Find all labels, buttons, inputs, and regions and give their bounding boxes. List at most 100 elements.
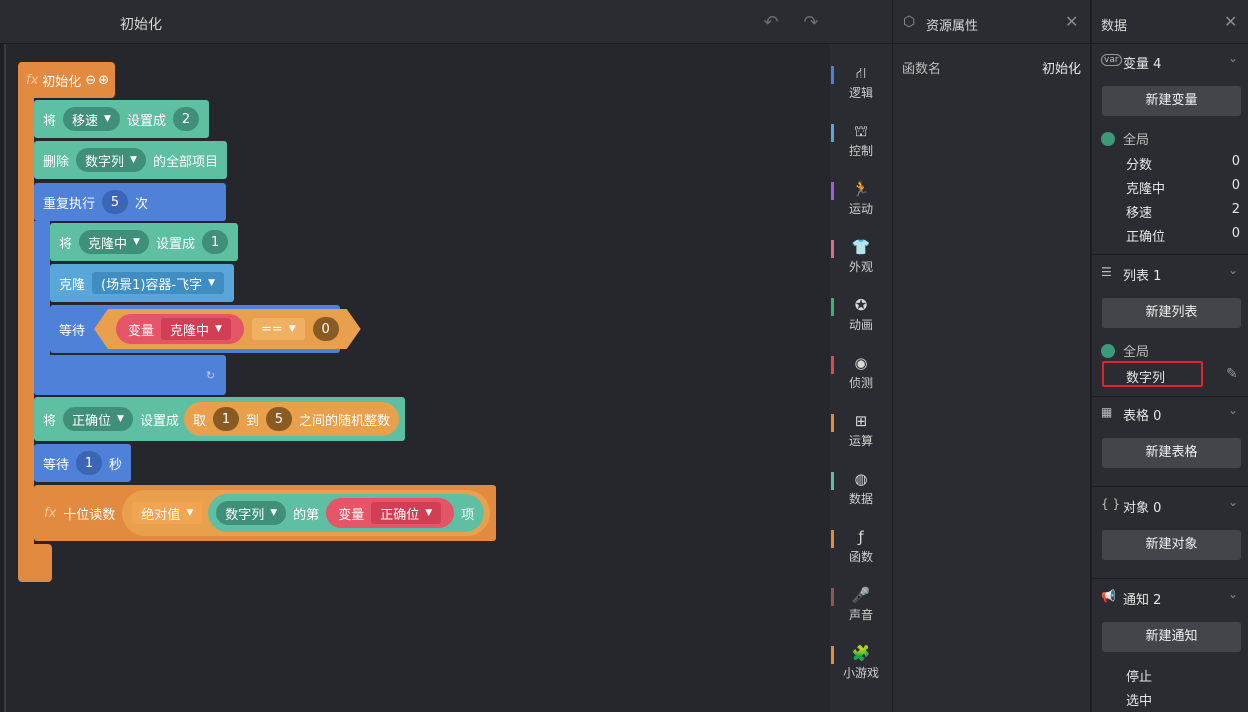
clone-block[interactable]: 克隆 (场景1)容器-飞字 ▼ xyxy=(50,264,235,302)
caret-down-icon: ▼ xyxy=(186,508,194,518)
undo-icon[interactable]: ↶ xyxy=(760,12,782,34)
chevron-down-icon: ⌄ xyxy=(1228,263,1239,277)
redo-icon[interactable]: ↷ xyxy=(800,12,822,34)
category-sensing[interactable]: ◉ 侦测 xyxy=(830,346,892,404)
function-hat-block[interactable]: fx 初始化 ⊖ ⊕ xyxy=(18,62,116,98)
new-table-button[interactable]: 新建表格 xyxy=(1102,438,1241,468)
variable-dropdown[interactable]: 正确位 ▼ xyxy=(63,407,133,431)
set-variable-block[interactable]: 将 克隆中 ▼ 设置成 1 xyxy=(50,223,238,261)
math-op: 绝对值 xyxy=(141,507,181,523)
section-title: 通知 2 xyxy=(1123,593,1162,608)
variable-dropdown[interactable]: 正确位 ▼ xyxy=(371,502,442,524)
section-title: 变量 4 xyxy=(1123,57,1162,72)
category-sound[interactable]: 🎤 声音 xyxy=(830,578,892,636)
list-dropdown[interactable]: 数字列 ▼ xyxy=(216,501,287,525)
list-item-reporter[interactable]: 数字列 ▼ 的第 变量 正确位 ▼ 项 xyxy=(208,494,485,532)
edit-pencil-icon[interactable]: ✎ xyxy=(1226,366,1238,382)
new-notice-button[interactable]: 新建通知 xyxy=(1102,622,1241,652)
remove-param-icon[interactable]: ⊖ xyxy=(85,73,96,88)
block-text: 将 xyxy=(59,236,73,252)
new-variable-button[interactable]: 新建变量 xyxy=(1102,86,1241,116)
wait-seconds-input[interactable]: 1 xyxy=(76,451,103,475)
variable-row[interactable]: 正确位 0 xyxy=(1126,226,1240,245)
variable-row[interactable]: 克隆中 0 xyxy=(1126,178,1240,197)
block-text: 秒 xyxy=(109,457,123,473)
add-param-icon[interactable]: ⊕ xyxy=(98,73,109,88)
category-data[interactable]: ◍ 数据 xyxy=(830,462,892,520)
block-text: 等待 xyxy=(59,323,86,339)
category-color-bar xyxy=(831,356,834,374)
new-object-button[interactable]: 新建对象 xyxy=(1102,530,1241,560)
notice-row[interactable]: 停止 xyxy=(1126,666,1152,685)
tables-section-header[interactable]: ▦ 表格 0 ⌄ xyxy=(1092,400,1248,426)
compare-condition[interactable]: 变量 克隆中 ▼ == ▼ 0 xyxy=(94,309,361,349)
operator-dropdown[interactable]: == ▼ xyxy=(252,318,305,340)
block-canvas[interactable]: fx 初始化 ⊖ ⊕ 将 移速 ▼ 设置成 2 删除 数字列 ▼ 的全部项目 重复执… xyxy=(4,44,830,712)
random-from-input[interactable]: 1 xyxy=(212,407,239,431)
function-call-block[interactable]: fx 十位读数 绝对值 ▼ 数字列 ▼ 的第 变量 正确位 ▼ 项 xyxy=(34,485,497,541)
global-scope-label: 全局 xyxy=(1101,129,1149,148)
variable-reporter[interactable]: 变量 克隆中 ▼ xyxy=(116,314,244,344)
clone-target-dropdown[interactable]: (场景1)容器-飞字 ▼ xyxy=(92,272,225,294)
delete-all-items-block[interactable]: 删除 数字列 ▼ 的全部项目 xyxy=(34,141,227,179)
variable-dropdown[interactable]: 克隆中 ▼ xyxy=(161,318,231,340)
variable-reporter[interactable]: 变量 正确位 ▼ xyxy=(326,498,455,528)
block-text: 之间的随机整数 xyxy=(299,413,391,429)
notices-section-header[interactable]: 📢 通知 2 ⌄ xyxy=(1092,584,1248,610)
set-variable-block[interactable]: 将 正确位 ▼ 设置成 取 1 到 5 之间的随机整数 xyxy=(34,397,406,441)
category-looks[interactable]: 👕 外观 xyxy=(830,230,892,288)
variable-dropdown[interactable]: 克隆中 ▼ xyxy=(79,230,149,254)
category-logic[interactable]: ⛙ 逻辑 xyxy=(830,56,892,114)
variables-section-header[interactable]: var 变量 4 ⌄ xyxy=(1092,48,1248,74)
objects-section-header[interactable]: { } 对象 0 ⌄ xyxy=(1092,492,1248,518)
category-control[interactable]: ⛫ 控制 xyxy=(830,114,892,172)
category-motion[interactable]: 🏃 运动 xyxy=(830,172,892,230)
wait-until-block[interactable]: 等待 变量 克隆中 ▼ == ▼ 0 xyxy=(50,305,340,353)
category-label: 控制 xyxy=(848,144,873,158)
random-to-input[interactable]: 5 xyxy=(266,407,292,431)
list-row-selected[interactable]: 数字列 xyxy=(1102,361,1203,387)
operator: == xyxy=(260,321,283,337)
category-operator[interactable]: ⊞ 运算 xyxy=(830,404,892,462)
category-function[interactable]: ƒ 函数 xyxy=(830,520,892,578)
repeat-count-input[interactable]: 5 xyxy=(102,190,129,214)
repeat-block[interactable]: 重复执行 5 次 xyxy=(34,183,226,221)
sound-icon: 🎤 xyxy=(851,586,871,604)
value-input[interactable]: 1 xyxy=(201,230,228,254)
close-icon[interactable]: ✕ xyxy=(1224,12,1237,31)
variable-row[interactable]: 分数 0 xyxy=(1126,154,1240,173)
value-input[interactable]: 2 xyxy=(172,107,199,131)
variable-name: 克隆中 xyxy=(170,323,210,339)
megaphone-icon: 📢 xyxy=(1101,589,1116,603)
resource-panel-header: ⬡ 资源属性 ✕ xyxy=(893,0,1091,44)
math-op-dropdown[interactable]: 绝对值 ▼ xyxy=(132,502,203,524)
animation-icon: ✪ xyxy=(854,296,868,314)
close-icon[interactable]: ✕ xyxy=(1065,12,1078,31)
set-variable-block[interactable]: 将 移速 ▼ 设置成 2 xyxy=(34,100,209,138)
chevron-down-icon: ⌄ xyxy=(1228,51,1239,65)
category-animation[interactable]: ✪ 动画 xyxy=(830,288,892,346)
script-workspace: 初始化 ↶ ↷ fx 初始化 ⊖ ⊕ 将 移速 ▼ 设置成 2 删除 数字列 ▼ 的… xyxy=(0,0,892,712)
category-minigame[interactable]: 🧩 小游戏 xyxy=(830,636,892,694)
function-name-value[interactable]: 初始化 xyxy=(1042,58,1081,77)
category-label: 运算 xyxy=(848,434,873,448)
variable-dropdown[interactable]: 移速 ▼ xyxy=(63,107,120,131)
cube-icon: ⬡ xyxy=(903,14,916,30)
wait-seconds-block[interactable]: 等待 1 秒 xyxy=(34,444,132,482)
variable-name: 正确位 xyxy=(380,507,420,523)
category-color-bar xyxy=(831,530,834,548)
notice-row[interactable]: 选中 xyxy=(1126,690,1152,709)
variable-name: 正确位 xyxy=(72,413,112,429)
lists-section-header[interactable]: ☰ 列表 1 ⌄ xyxy=(1092,260,1248,286)
value-input[interactable]: 0 xyxy=(313,317,339,341)
random-int-reporter[interactable]: 取 1 到 5 之间的随机整数 xyxy=(183,402,400,436)
block-text: 的全部项目 xyxy=(152,154,218,170)
category-label: 侦测 xyxy=(848,376,873,390)
variable-value: 0 xyxy=(1231,178,1240,193)
new-list-button[interactable]: 新建列表 xyxy=(1102,298,1241,328)
list-dropdown[interactable]: 数字列 ▼ xyxy=(76,148,146,172)
variable-row[interactable]: 移速 2 xyxy=(1126,202,1240,221)
data-panel-header: 数据 ✕ xyxy=(1092,0,1248,44)
caret-down-icon: ▼ xyxy=(130,155,137,165)
abs-reporter[interactable]: 绝对值 ▼ 数字列 ▼ 的第 变量 正确位 ▼ 项 xyxy=(122,490,491,536)
